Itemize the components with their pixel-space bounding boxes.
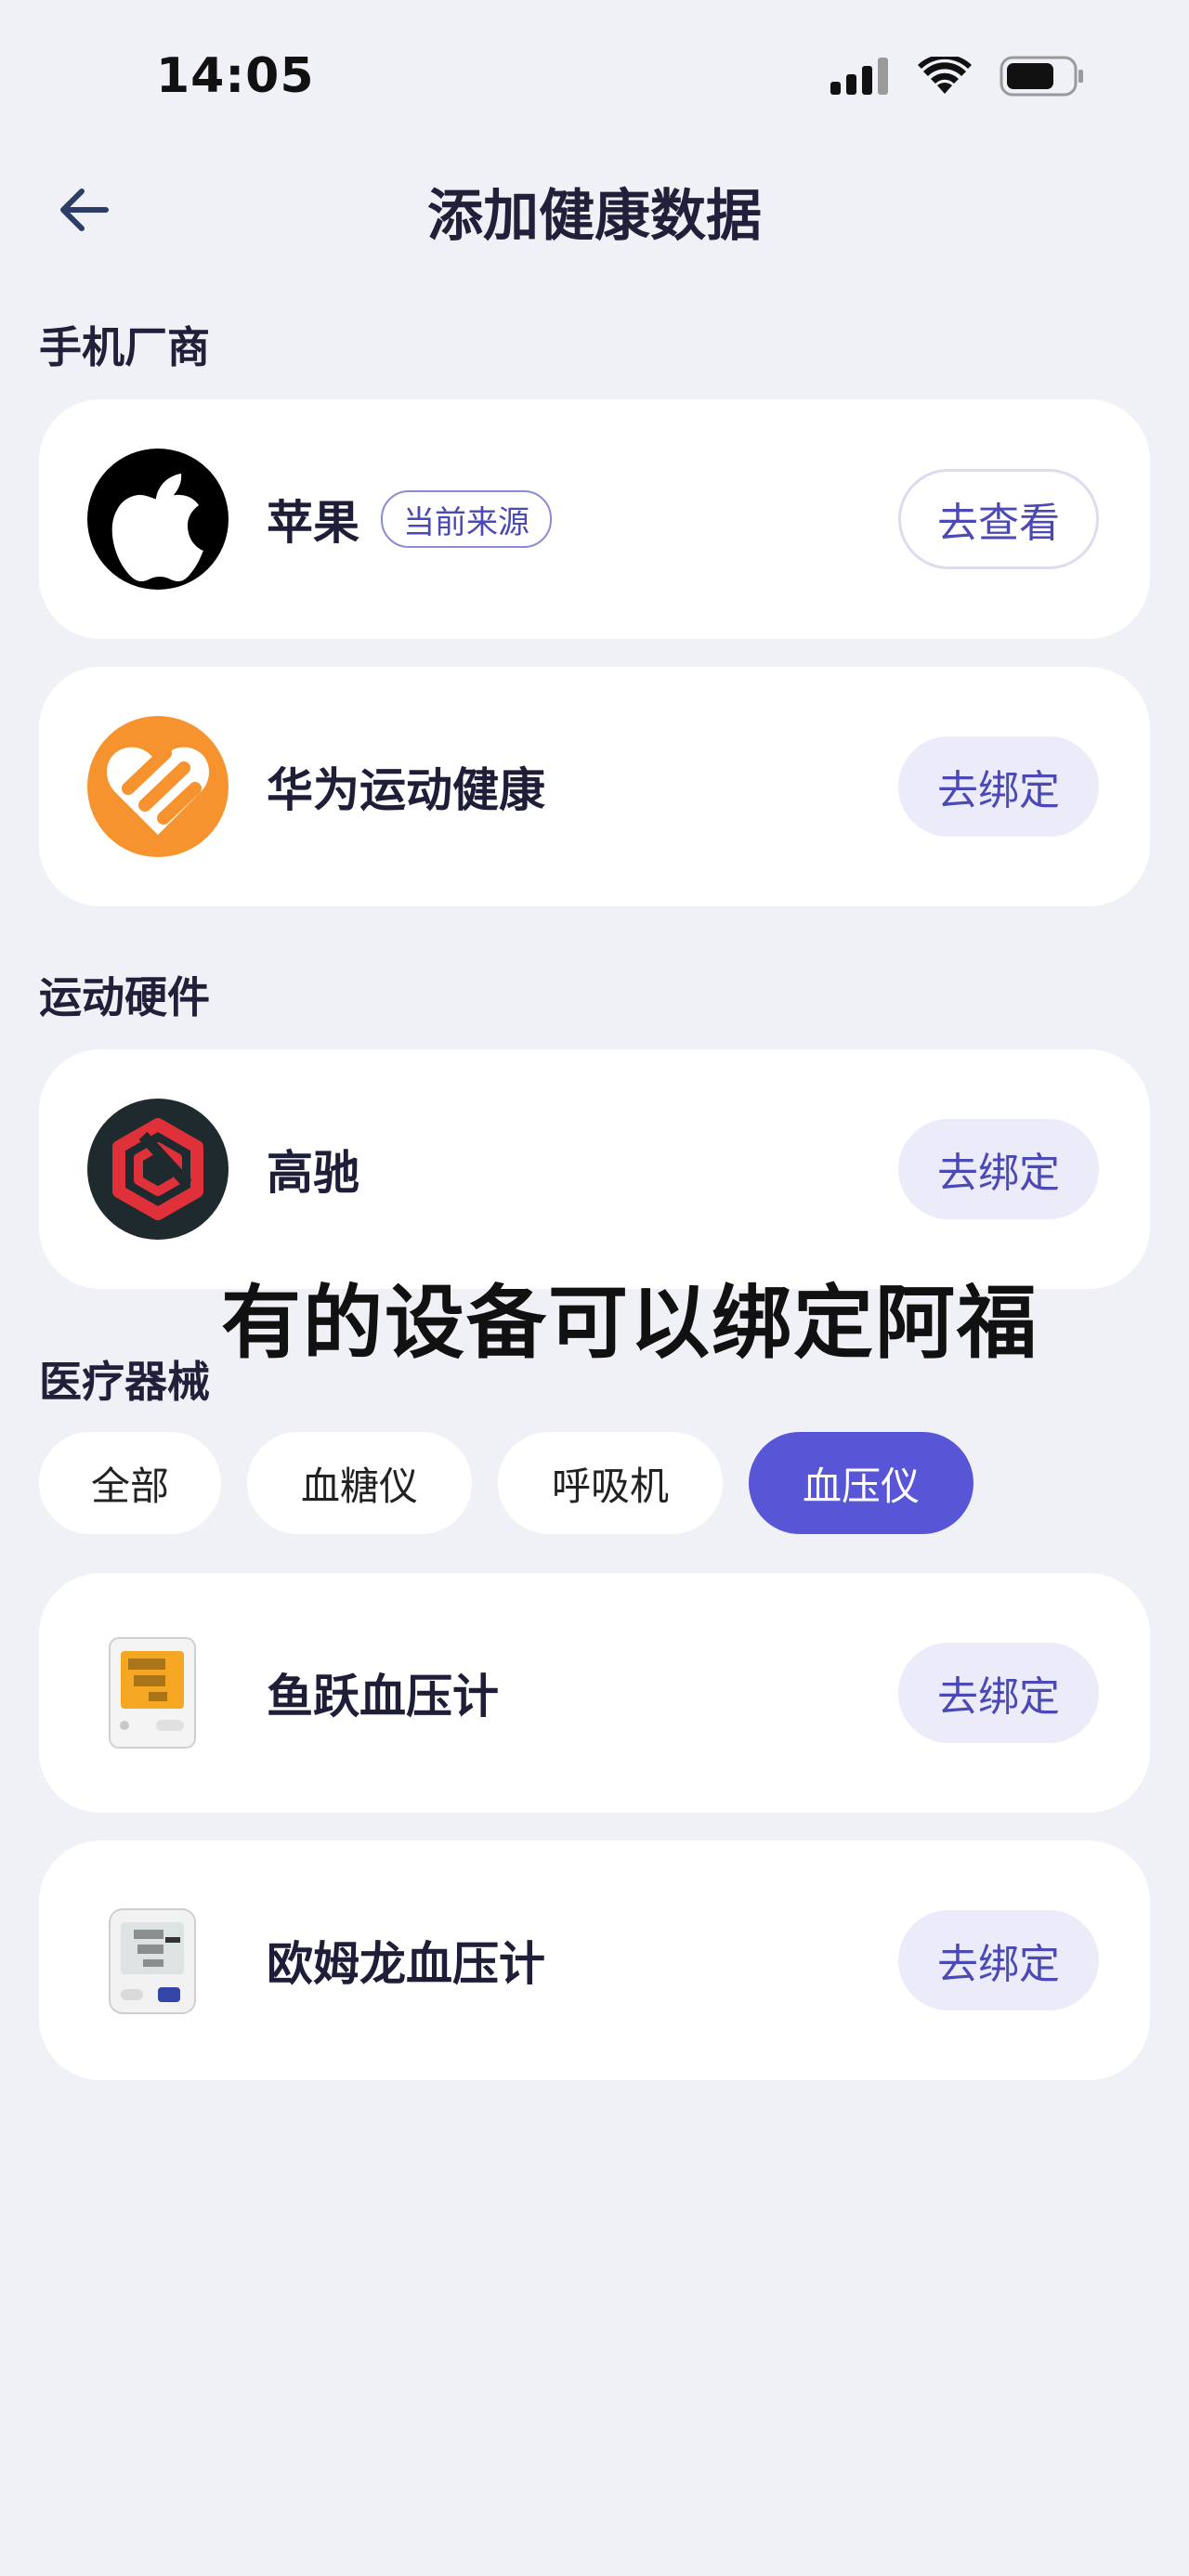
filter-chip-ventilator[interactable]: 呼吸机	[498, 1432, 723, 1534]
section-label-medical-devices: 医疗器械	[39, 1357, 210, 1407]
coros-logo-icon	[87, 1099, 229, 1240]
section-label-phone-vendors: 手机厂商	[39, 322, 210, 372]
signal-icon	[830, 58, 888, 95]
status-time: 14:05	[156, 48, 315, 104]
page-title: 添加健康数据	[427, 184, 762, 249]
overlay-caption: 有的设备可以绑定阿福	[221, 1277, 1039, 1370]
section-label-sports-hardware: 运动硬件	[39, 972, 210, 1022]
battery-icon	[1000, 56, 1083, 97]
filter-chip-all[interactable]: 全部	[39, 1432, 221, 1534]
bind-button-huawei[interactable]: 去绑定	[898, 736, 1099, 837]
filter-chip-glucose[interactable]: 血糖仪	[247, 1432, 472, 1534]
view-button-apple[interactable]: 去查看	[898, 469, 1099, 569]
bind-button-coros[interactable]: 去绑定	[898, 1119, 1099, 1219]
vendor-name-apple: 苹果	[267, 496, 359, 550]
wifi-icon	[918, 57, 972, 94]
device-name-yuwell: 鱼跃血压计	[267, 1670, 499, 1724]
current-source-badge: 当前来源	[381, 490, 552, 548]
huawei-health-logo-icon	[87, 716, 229, 857]
vendor-card-apple[interactable]: 苹果 当前来源 去查看	[39, 399, 1150, 639]
status-icons	[830, 56, 1085, 97]
bind-button-omron[interactable]: 去绑定	[898, 1910, 1099, 2010]
filter-chip-blood-pressure[interactable]: 血压仪	[749, 1432, 973, 1534]
bind-button-yuwell[interactable]: 去绑定	[898, 1643, 1099, 1743]
omron-monitor-image	[109, 1908, 196, 2014]
vendor-card-huawei[interactable]: 华为运动健康 去绑定	[39, 667, 1150, 906]
hardware-card-coros[interactable]: 高驰 去绑定	[39, 1049, 1150, 1289]
device-card-yuwell[interactable]: 鱼跃血压计 去绑定	[39, 1573, 1150, 1813]
device-name-omron: 欧姆龙血压计	[267, 1937, 545, 1991]
vendor-name-huawei: 华为运动健康	[267, 763, 545, 817]
device-card-omron[interactable]: 欧姆龙血压计 去绑定	[39, 1841, 1150, 2080]
hardware-name-coros: 高驰	[267, 1146, 359, 1200]
yuwell-monitor-image	[109, 1637, 196, 1749]
apple-logo-icon	[87, 449, 229, 590]
